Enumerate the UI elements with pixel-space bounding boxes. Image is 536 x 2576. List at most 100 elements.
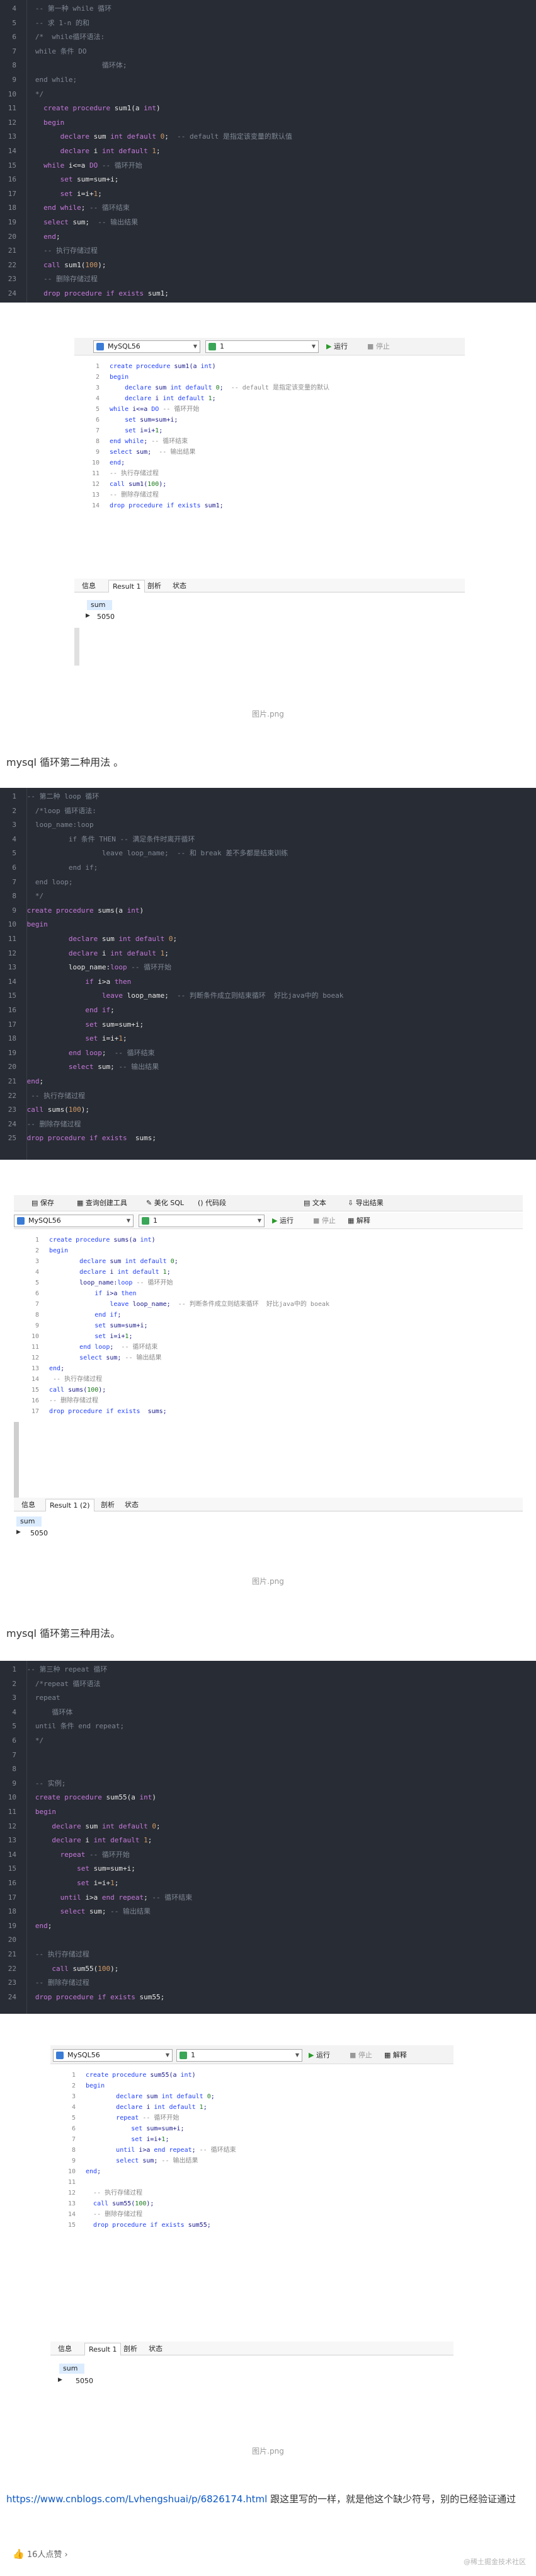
line-number: 25	[8, 1134, 16, 1143]
save-button[interactable]: ▤ 保存	[31, 1197, 54, 1210]
connection-select[interactable]: MySQL56 ▼	[53, 2049, 173, 2062]
editor-line: 8 end while; -- 循环结束	[74, 437, 465, 447]
code-line: 1 -- 第二种 loop 循环	[0, 790, 536, 803]
export-results-button[interactable]: ⇩ 导出结果	[348, 1197, 384, 1210]
stop-button[interactable]: ■ 停止	[313, 1215, 336, 1227]
schema-select[interactable]: 1 ▼	[205, 340, 319, 353]
code-text: -- 执行存储过程	[93, 2190, 143, 2197]
result-tab[interactable]: Result 1	[108, 580, 145, 592]
code-line: 5 leave loop_name; -- 和 break 差不多都是结束训练	[0, 847, 536, 860]
line-number: 4	[95, 395, 100, 402]
result-tab[interactable]: 信息	[18, 1499, 39, 1511]
result-tab[interactable]: 信息	[78, 580, 100, 592]
code-line: 21 end;	[0, 1075, 536, 1088]
line-number: 19	[8, 1921, 16, 1930]
line-number: 20	[8, 1063, 16, 1071]
line-number: 23	[8, 1106, 16, 1114]
result-cell[interactable]: 5050	[30, 1529, 48, 1537]
result-tab[interactable]: 剖析	[97, 1499, 118, 1511]
stop-label: 停止	[321, 1216, 336, 1225]
save-label: 保存	[40, 1199, 54, 1207]
line-number: 10	[91, 459, 100, 466]
sql-editor[interactable]: 1 create procedure sum55(a int) 2 begin 3 de…	[50, 2067, 453, 2256]
line-number: 14	[8, 147, 16, 155]
code-line: 3 repeat	[0, 1692, 536, 1704]
like-button[interactable]: 👍 16人点赞 ›	[13, 2546, 68, 2563]
code-text: drop procedure if exists sums;	[26, 1134, 156, 1143]
line-number: 12	[8, 1822, 16, 1830]
scrollbar[interactable]	[74, 628, 79, 666]
stop-button[interactable]: ■ 停止	[350, 2049, 372, 2062]
code-text: -- 执行存储过程	[35, 1950, 89, 1958]
code-line: 19 end loop; -- 循环结束	[0, 1047, 536, 1060]
editor-line: 1 create procedure sums(a int)	[14, 1235, 523, 1245]
result-tab[interactable]: Result 1 (2)	[45, 1499, 94, 1511]
run-button[interactable]: ▶ 运行	[326, 340, 348, 353]
code-snippet-button[interactable]: () 代码段	[198, 1197, 226, 1210]
code-text: begin	[86, 2082, 105, 2089]
code-line: 9 end while;	[0, 74, 536, 86]
beautify-sql-button[interactable]: ✎ 美化 SQL	[146, 1197, 184, 1210]
chevron-down-icon: ▼	[311, 344, 316, 349]
navicat-screenshot-2: ▤ 保存 ▦ 查询创建工具 ✎ 美化 SQL () 代码段 ▤ 文本 ⇩ 导出结…	[14, 1195, 523, 1573]
explain-button[interactable]: ▦ 解释	[348, 1215, 370, 1227]
line-number: 22	[8, 1964, 16, 1973]
line-number: 9	[12, 906, 16, 915]
line-number: 5	[12, 18, 16, 27]
code-line: 5 -- 求 1-n 的和	[0, 17, 536, 30]
sql-editor[interactable]: 1 create procedure sums(a int) 2 begin 3 dec…	[14, 1232, 523, 1433]
result-tab[interactable]: 剖析	[144, 580, 165, 592]
editor-line: 2 begin	[50, 2081, 453, 2091]
explain-label: 解释	[392, 2051, 407, 2059]
query-builder-button[interactable]: ▦ 查询创建工具	[77, 1197, 127, 1210]
result-tab[interactable]: Result 1	[84, 2343, 122, 2355]
reference-link[interactable]: https://www.cnblogs.com/Lvhengshuai/p/68…	[6, 2493, 267, 2505]
code-line: 24 drop procedure if exists sum1;	[0, 287, 536, 300]
schema-select[interactable]: 1 ▼	[139, 1215, 265, 1227]
line-number: 8	[35, 1312, 39, 1319]
line-number: 6	[12, 33, 16, 42]
result-cell[interactable]: 5050	[76, 2377, 93, 2385]
connection-select[interactable]: MySQL56 ▼	[14, 1215, 134, 1227]
editor-line: 10 end;	[50, 2167, 453, 2177]
result-tab[interactable]: 状态	[145, 2343, 166, 2355]
code-text: declare sum int default 0;	[79, 1258, 178, 1265]
editor-line: 10 end;	[74, 458, 465, 468]
code-text: /*repeat 循环语法	[26, 1679, 101, 1688]
text-button[interactable]: ▤ 文本	[304, 1197, 326, 1210]
editor-line: 14 -- 执行存储过程	[14, 1375, 523, 1385]
editor-line: 1 create procedure sum1(a int)	[74, 362, 465, 372]
line-number: 15	[31, 1387, 39, 1394]
code-line: 23 -- 删除存储过程	[0, 1977, 536, 1989]
editor-scrollbar[interactable]	[14, 1422, 19, 1498]
schema-select[interactable]: 1 ▼	[176, 2049, 302, 2062]
result-tab[interactable]: 状态	[169, 580, 190, 592]
result-tab[interactable]: 状态	[121, 1499, 142, 1511]
code-line: 12 begin	[0, 117, 536, 129]
code-line: 8 */	[0, 890, 536, 903]
stop-label: 停止	[358, 2051, 372, 2059]
stop-button[interactable]: ■ 停止	[367, 340, 390, 353]
line-number: 8	[95, 438, 100, 445]
result-tab[interactable]: 信息	[54, 2343, 76, 2355]
code-line: 12 declare i int default 1;	[0, 947, 536, 960]
result-cell[interactable]: 5050	[97, 613, 115, 621]
line-number: 15	[8, 991, 16, 1000]
connection-select[interactable]: MySQL56 ▼	[93, 340, 200, 353]
run-button[interactable]: ▶ 运行	[309, 2049, 330, 2062]
line-number: 13	[31, 1365, 39, 1372]
code-text: call sums(100);	[49, 1387, 106, 1394]
result-column-header: sum	[87, 600, 112, 610]
code-line: 13 loop_name:loop -- 循环开始	[0, 961, 536, 974]
line-number: 15	[8, 1864, 16, 1873]
line-number: 3	[35, 1258, 39, 1265]
sql-editor[interactable]: 1 create procedure sum1(a int) 2 begin 3 dec…	[74, 358, 465, 560]
image-caption: 图片.png	[252, 2447, 284, 2456]
result-tab[interactable]: 剖析	[120, 2343, 141, 2355]
code-line: 4 -- 第一种 while 循环	[0, 3, 536, 15]
chevron-down-icon: ▼	[295, 2052, 299, 2058]
code-block-while: 4 -- 第一种 while 循环 5 -- 求 1-n 的和 6 /* while…	[0, 0, 536, 303]
run-button[interactable]: ▶ 运行	[272, 1215, 294, 1227]
explain-button[interactable]: ▦ 解释	[384, 2049, 407, 2062]
